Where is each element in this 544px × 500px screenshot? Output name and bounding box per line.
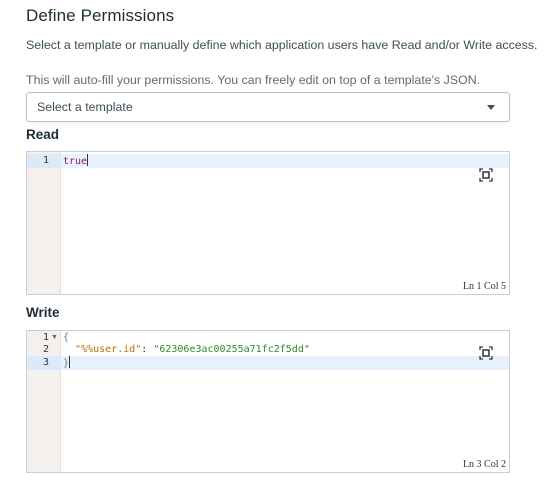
active-line-highlight [27,356,509,370]
code-line[interactable]: true [63,154,89,169]
active-line-highlight [27,154,509,168]
cursor-position-status: Ln 1 Col 5 [462,281,506,292]
cursor-position-status: Ln 3 Col 2 [462,459,506,470]
code-line[interactable]: } [63,356,71,371]
chevron-down-icon [487,105,495,110]
read-gutter [27,152,61,294]
line-number: 2 [42,344,49,355]
template-hint: This will auto-fill your permissions. Yo… [26,73,481,87]
page-description: Select a template or manually define whi… [26,38,538,52]
line-number: 3 [42,357,49,368]
page-title: Define Permissions [26,6,175,25]
expand-icon[interactable] [479,168,493,182]
code-string-value: "62306e3ac00255a71fc2f5dd" [153,344,310,355]
expand-icon[interactable] [479,346,493,360]
line-number: 1 [42,155,49,166]
read-editor[interactable]: 1 true Ln 1 Col 5 [26,151,510,295]
write-label: Write [26,305,60,320]
code-separator: : [141,344,154,355]
code-string-key: "%%user.id" [75,344,142,355]
template-select-value: Select a template [37,100,133,114]
text-cursor [87,154,89,166]
code-line[interactable]: "%%user.id": "62306e3ac00255a71fc2f5dd" [63,343,310,357]
text-cursor [69,356,71,368]
read-label: Read [26,127,60,142]
code-keyword: true [63,156,88,167]
fold-arrow-icon[interactable]: ▼ [51,331,58,345]
code-brace-open: { [63,332,70,343]
template-select[interactable]: Select a template [26,92,510,122]
write-editor[interactable]: 1 ▼ { 2 "%%user.id": "62306e3ac00255a71f… [26,330,510,473]
